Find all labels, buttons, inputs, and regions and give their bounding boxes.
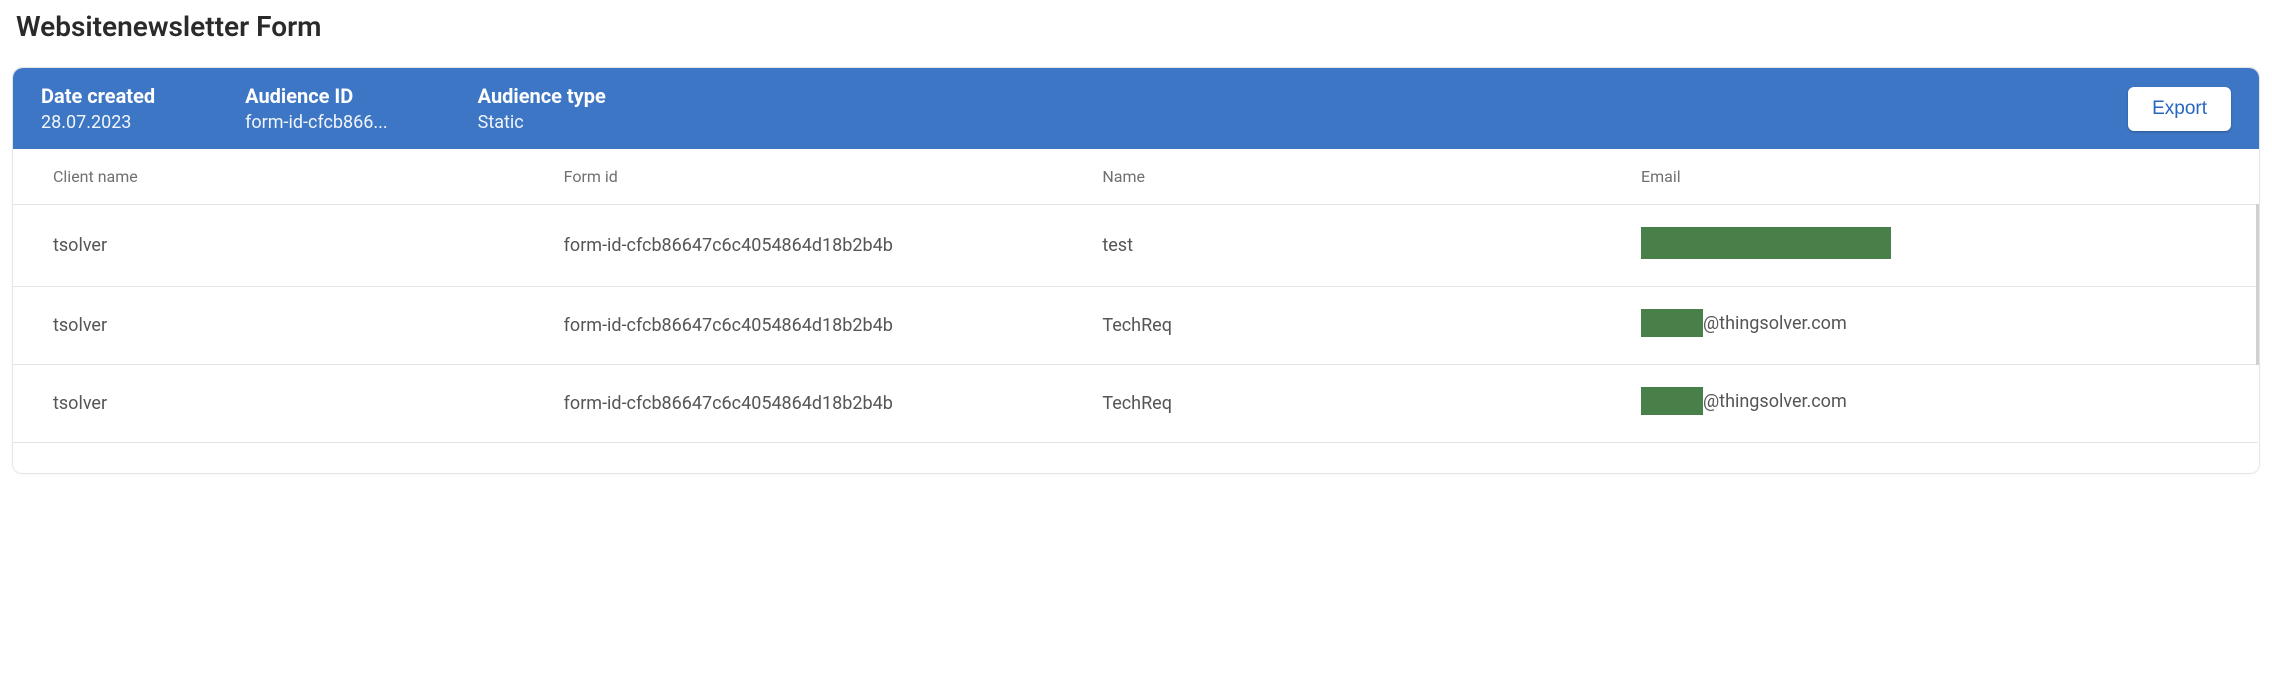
email-visible-text: @thingsolver.com [1703, 391, 1847, 412]
table-row[interactable]: tsolver form-id-cfcb86647c6c4054864d18b2… [13, 205, 2258, 287]
cell-email: @thingsolver.com [1629, 287, 2257, 365]
cell-email: @thingsolver.com [1629, 365, 2257, 443]
redacted-block [1641, 309, 1703, 337]
audience-type-value: Static [478, 112, 606, 133]
export-button[interactable]: Export [2128, 87, 2231, 131]
cell-name: test [1090, 205, 1629, 287]
date-created-field: Date created 28.07.2023 [41, 84, 155, 133]
audience-id-value: form-id-cfcb866... [245, 112, 387, 133]
col-header-name[interactable]: Name [1090, 149, 1629, 205]
audience-id-label: Audience ID [245, 84, 387, 108]
cell-name: TechReq [1090, 287, 1629, 365]
col-header-client-name[interactable]: Client name [13, 149, 552, 205]
redacted-block [1641, 387, 1703, 415]
table-header-row: Client name Form id Name Email [13, 149, 2258, 205]
data-table: Client name Form id Name Email tsolver f… [13, 149, 2259, 443]
audience-type-label: Audience type [478, 84, 606, 108]
cell-email [1629, 205, 2257, 287]
col-header-form-id[interactable]: Form id [552, 149, 1091, 205]
table-container: Client name Form id Name Email tsolver f… [13, 149, 2259, 473]
date-created-label: Date created [41, 84, 155, 108]
audience-id-field: Audience ID form-id-cfcb866... [245, 84, 387, 133]
date-created-value: 28.07.2023 [41, 112, 155, 133]
cell-client-name: tsolver [13, 205, 552, 287]
cell-client-name: tsolver [13, 365, 552, 443]
cell-form-id: form-id-cfcb86647c6c4054864d18b2b4b [552, 365, 1091, 443]
table-row[interactable]: tsolver form-id-cfcb86647c6c4054864d18b2… [13, 365, 2258, 443]
redacted-block [1641, 227, 1891, 259]
cell-client-name: tsolver [13, 287, 552, 365]
cell-form-id: form-id-cfcb86647c6c4054864d18b2b4b [552, 205, 1091, 287]
audience-type-field: Audience type Static [478, 84, 606, 133]
email-visible-text: @thingsolver.com [1703, 313, 1847, 334]
cell-form-id: form-id-cfcb86647c6c4054864d18b2b4b [552, 287, 1091, 365]
cell-name: TechReq [1090, 365, 1629, 443]
page-title: Websitenewsletter Form [16, 10, 2260, 43]
table-row[interactable]: tsolver form-id-cfcb86647c6c4054864d18b2… [13, 287, 2258, 365]
col-header-email[interactable]: Email [1629, 149, 2257, 205]
card-header: Date created 28.07.2023 Audience ID form… [13, 68, 2259, 149]
audience-card: Date created 28.07.2023 Audience ID form… [12, 67, 2260, 474]
